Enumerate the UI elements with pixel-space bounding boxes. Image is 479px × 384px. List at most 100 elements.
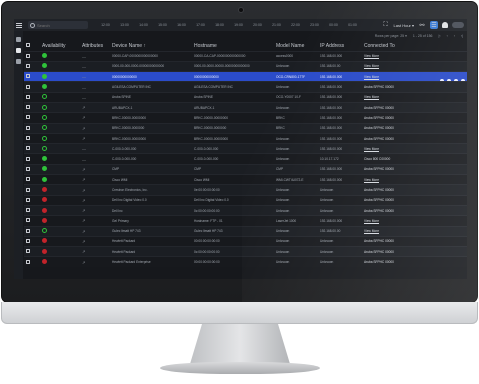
time-range-select[interactable]: Last Hour ▾ [394, 23, 414, 28]
row-checkbox[interactable] [26, 105, 30, 110]
table-row[interactable]: ↗ BRKC-00000-0000000 BRKC-00000-0000000 BRK… [24, 122, 467, 134]
row-checkbox[interactable] [26, 74, 30, 79]
table-row[interactable]: ↗ Crestron Electronics, Inc. 0e:00:00:00:0… [24, 184, 467, 196]
topology-icon[interactable]: ⚯ [418, 21, 426, 29]
row-checkbox[interactable] [26, 218, 30, 223]
row-checkbox[interactable] [26, 259, 30, 264]
device-name-cell: C-000-0-000-000 [110, 153, 192, 165]
column-hostname[interactable]: Hostname [192, 41, 274, 51]
hamburger-menu-icon[interactable] [14, 19, 24, 31]
row-checkbox[interactable] [26, 156, 30, 161]
availability-cell [40, 122, 80, 134]
table-row[interactable]: — C-000-0-000-000 C-000-0-000-000 Unknown 10… [24, 153, 467, 165]
attribute-icon: ↗ [82, 218, 86, 224]
table-row[interactable]: ↗ Gel Primary Hostname: FTP - 01 LaserJet 1… [24, 215, 467, 227]
rail-list-icon[interactable] [16, 37, 21, 42]
bell-icon[interactable] [442, 22, 448, 28]
column-connected-to[interactable]: Connected To [362, 41, 467, 51]
monitor-stand-base [160, 362, 320, 374]
row-checkbox[interactable] [26, 125, 30, 130]
column-model-name[interactable]: Model Name [274, 41, 318, 51]
row-checkbox[interactable] [26, 187, 30, 192]
first-page-icon[interactable]: |‹ [439, 34, 441, 38]
connected-to-link[interactable]: View More [364, 178, 379, 182]
row-checkbox[interactable] [26, 94, 30, 99]
attribute-icon: ↗ [82, 259, 86, 265]
row-checkbox[interactable] [26, 136, 30, 141]
column-attributes[interactable]: Attributes [80, 41, 110, 51]
connected-to-link[interactable]: View More [364, 229, 379, 233]
row-select-cell [24, 122, 40, 134]
row-select-cell [24, 112, 40, 124]
availability-cell [40, 112, 80, 124]
ip-address-cell: 10.10.17.172 [318, 153, 362, 165]
row-checkbox[interactable] [26, 53, 30, 58]
connected-to-link[interactable]: View More [364, 219, 379, 223]
prev-page-icon[interactable]: ‹ [447, 34, 448, 38]
table-row[interactable]: ↗ Hewlett Packard 0c:00:00:00:00:00 Unknown… [24, 246, 467, 257]
timeline-tick: 14:00 [139, 23, 148, 27]
connected-to-link[interactable]: View More [364, 64, 379, 68]
table-row[interactable]: — 0000-00-000-0000-00000000000000 0000-00-… [24, 60, 467, 72]
table-row[interactable]: ↗ Hewlett Packard Enterprise 00:00:00:00:0… [24, 256, 467, 268]
attributes-cell: ↗ [80, 174, 110, 185]
table-row[interactable]: — AGILESA COMPUTER INC AGILESA COMPUTER IN… [24, 81, 467, 93]
connected-to-link[interactable]: View More [364, 54, 379, 58]
connected-to-link[interactable]: View More [364, 147, 379, 151]
list-view-icon[interactable]: ☰ [430, 21, 438, 29]
row-checkbox[interactable] [26, 238, 30, 243]
column-availability[interactable]: Availability [40, 41, 80, 51]
timeline-tick: 18:00 [215, 23, 224, 27]
connected-to-cell: View More [362, 71, 467, 82]
table-row[interactable]: — C-000-0-000-000 C-000-0-000-000 Unknown 19… [24, 143, 467, 154]
attribute-icon: — [82, 53, 86, 59]
connected-to-link: Aruba SFPHC 00000 [364, 136, 394, 141]
table-row[interactable]: ↗ ARUBAPCX-1 ARUBAPCX-1 Unknown 192.168.00.0… [24, 101, 467, 113]
row-checkbox[interactable] [26, 177, 30, 182]
availability-status-icon [42, 228, 47, 234]
connected-to-link[interactable]: View More [364, 95, 379, 99]
row-checkbox[interactable] [26, 84, 30, 89]
device-name-cell: BRKC-00000-0000000 [110, 122, 192, 134]
select-all-checkbox[interactable] [26, 42, 30, 47]
last-page-icon[interactable]: ›| [461, 34, 463, 38]
table-row[interactable]: ↗ CMP CMP CMP 192.168.00.000 Aruba SFPHC 0000… [24, 163, 467, 175]
table-row[interactable]: ↗ BRKC-00000-00000000 BRKC-00000-00000000 B… [24, 112, 467, 124]
column-device-name[interactable]: Device Name ↑ [110, 41, 192, 51]
table-row[interactable]: ↗ Hewlett Packard 00:00:00:00:00:00 Unknown… [24, 235, 467, 247]
user-menu[interactable] [452, 22, 464, 28]
next-page-icon[interactable]: › [454, 34, 455, 38]
attribute-icon: — [82, 146, 86, 152]
select-all-header[interactable] [24, 41, 40, 51]
hostname-cell: C-000-0-000-000 [192, 143, 274, 154]
row-checkbox[interactable] [26, 115, 30, 120]
expand-icon[interactable]: ⛶ [382, 21, 390, 29]
rail-settings-icon[interactable] [16, 59, 21, 64]
timeline-tick: 13:00 [120, 23, 129, 27]
table-row[interactable]: ↗ BRKC-00000-00000000 BRKC-00000-00000000 U… [24, 132, 467, 144]
table-row[interactable]: —00000000000000 00000000000000 OCO-CRN800-… [24, 71, 467, 82]
model-name-cell: Unknown [274, 225, 318, 237]
table-row[interactable]: — Aruba SPINE Aruba SPINE OCO-Y0007 10-F 192… [24, 91, 467, 103]
row-checkbox[interactable] [26, 166, 30, 171]
attributes-cell: ↗ [80, 256, 110, 268]
table-row[interactable]: — 00000-CAP-0000000000000000 00000-CA-CAP-… [24, 50, 467, 62]
row-checkbox[interactable] [26, 63, 30, 68]
connected-to-link[interactable]: View More [364, 75, 379, 79]
device-name-cell: Cisco WMI [110, 174, 192, 185]
table-row[interactable]: ↗ Gulec ltmatt HP 743 Gulec ltmatt HP 743 U… [24, 225, 467, 237]
table-row[interactable]: ↗ Dell Inc 0c:00:00:00:00:00 Unknown Unknown… [24, 204, 467, 216]
row-checkbox[interactable] [26, 197, 30, 202]
row-checkbox[interactable] [26, 146, 30, 151]
row-checkbox[interactable] [26, 228, 30, 233]
attributes-cell: ↗ [80, 204, 110, 216]
row-checkbox[interactable] [26, 249, 30, 254]
table-row[interactable]: ↗ Cisco WMI Cisco WMI WMI-CWT4U072-E 192.168… [24, 174, 467, 185]
search-box[interactable] [28, 21, 88, 29]
rows-per-page-select[interactable]: Rows per page: 25 ▾ [375, 34, 407, 38]
row-checkbox[interactable] [26, 208, 30, 213]
column-ip-address[interactable]: IP Address [318, 41, 362, 51]
table-row[interactable]: ↗ Dell Inc Digital Video 0.0 Dell Inc Digi… [24, 194, 467, 206]
search-input[interactable] [37, 22, 87, 28]
rail-add-icon[interactable] [16, 48, 21, 53]
